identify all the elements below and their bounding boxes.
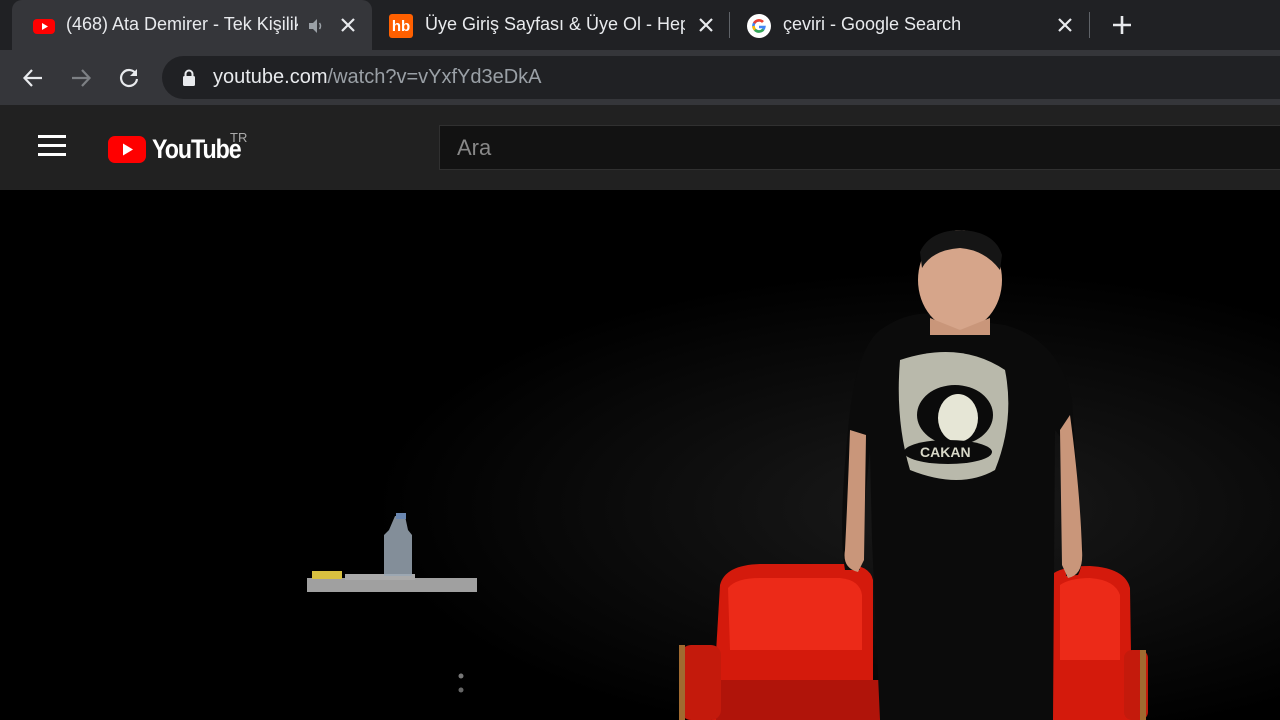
youtube-play-icon [108, 135, 146, 163]
tab-separator [1089, 12, 1090, 38]
youtube-favicon-icon [33, 19, 55, 34]
forward-button[interactable] [66, 63, 96, 93]
search-input[interactable] [440, 126, 1277, 169]
tab-google-search[interactable]: çeviri - Google Search [730, 0, 1088, 50]
youtube-wordmark: YouTube [152, 133, 242, 164]
tab-title: çeviri - Google Search [783, 14, 962, 34]
tab-close-icon[interactable] [336, 13, 360, 37]
country-code: TR [230, 130, 248, 145]
url-host: youtube.com [213, 66, 328, 88]
youtube-masthead: YouTube TR [0, 105, 1280, 190]
reload-button[interactable] [114, 63, 144, 93]
speaker-icon[interactable] [306, 16, 326, 36]
new-tab-button[interactable] [1108, 11, 1136, 39]
address-bar[interactable]: youtube.com/watch?v=vYxfYd3eDkA [162, 56, 1280, 99]
google-icon [747, 14, 771, 38]
browser-toolbar: youtube.com/watch?v=vYxfYd3eDkA [0, 50, 1280, 105]
arrow-left-icon [22, 69, 42, 87]
tab-title: Üye Giriş Sayfası & Üye Ol - Heps [425, 14, 685, 34]
lock-icon[interactable] [182, 69, 196, 86]
svg-text:CAKAN: CAKAN [920, 444, 971, 460]
tab-close-icon[interactable] [694, 13, 718, 37]
arrow-right-icon [72, 69, 92, 87]
url-text: youtube.com/watch?v=vYxfYd3eDkA [213, 66, 542, 89]
tab-title: (468) Ata Demirer - Tek Kişilik [66, 14, 298, 34]
tab-youtube[interactable]: (468) Ata Demirer - Tek Kişilik [12, 0, 372, 52]
hb-icon: hb [389, 14, 413, 38]
back-button[interactable] [18, 63, 48, 93]
reload-icon [119, 68, 139, 88]
video-player[interactable]: CAKAN [0, 190, 1280, 720]
menu-icon[interactable] [38, 135, 68, 161]
browser-tab-strip: (468) Ata Demirer - Tek Kişilik hb Üye G… [0, 0, 1280, 52]
tab-hepsiburada[interactable]: hb Üye Giriş Sayfası & Üye Ol - Heps [372, 0, 728, 50]
video-frame: CAKAN [0, 190, 1280, 720]
youtube-logo[interactable]: YouTube TR [108, 129, 255, 169]
plus-icon [1113, 16, 1131, 34]
search-box[interactable] [439, 125, 1280, 170]
url-path: /watch?v=vYxfYd3eDkA [327, 66, 542, 88]
tab-close-icon[interactable] [1053, 13, 1077, 37]
